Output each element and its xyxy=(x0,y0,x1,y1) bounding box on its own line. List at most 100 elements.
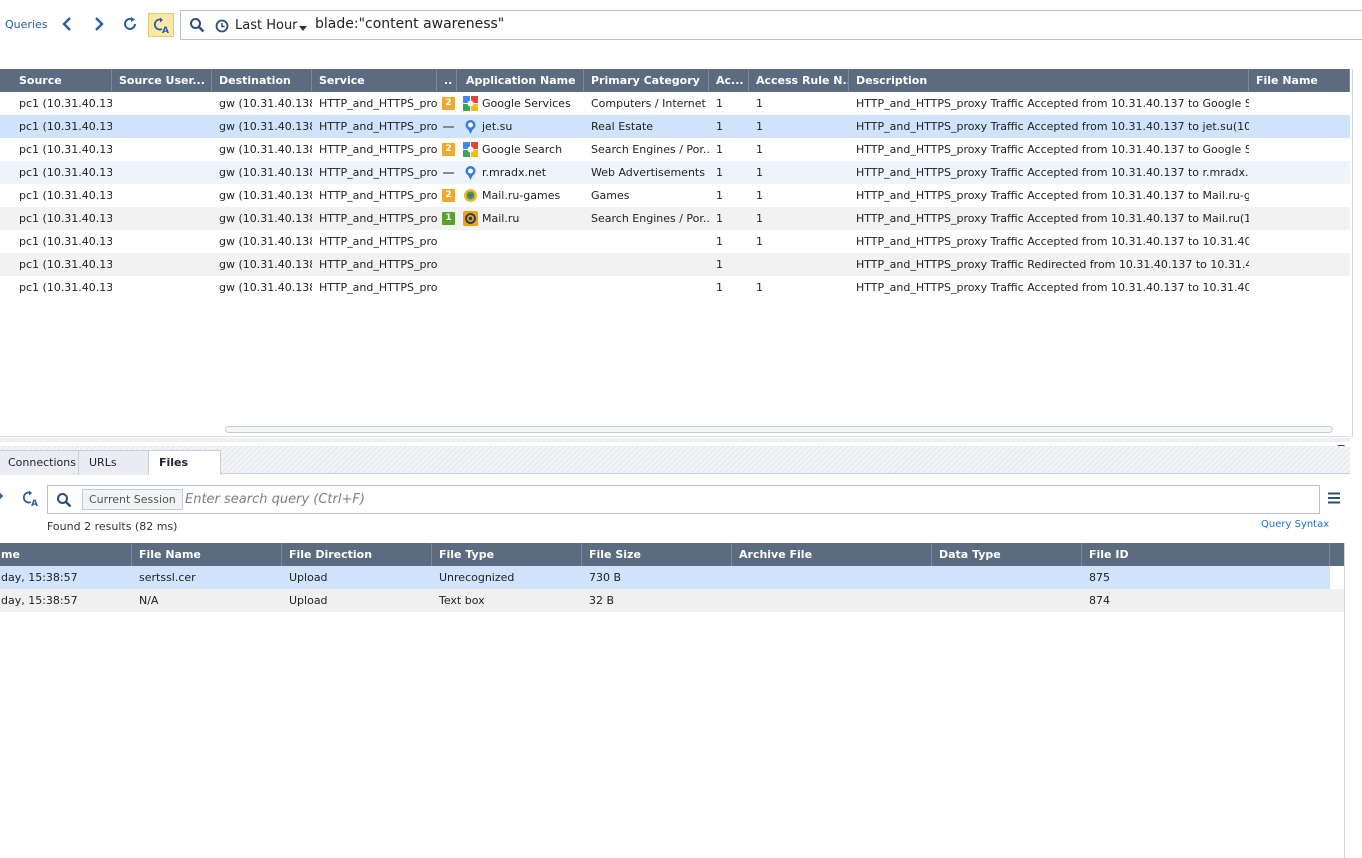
cell-category xyxy=(584,253,709,276)
search-icon[interactable] xyxy=(189,17,205,36)
add-icon[interactable] xyxy=(0,489,6,506)
column-header[interactable]: Primary Category xyxy=(584,69,709,92)
cell-source: pc1 (10.31.40.137) xyxy=(19,212,112,225)
cell-direction: Upload xyxy=(289,571,328,584)
google-icon xyxy=(463,142,478,157)
google-icon xyxy=(463,96,478,111)
query-text[interactable]: blade:"content awareness" xyxy=(315,16,504,32)
cell-category: Web Advertisements xyxy=(591,166,705,179)
files-vertical-scrollbar[interactable] xyxy=(1344,543,1362,858)
files-search-box[interactable]: Current Session Enter search query (Ctrl… xyxy=(47,485,1320,514)
table-row[interactable]: pc1 (10.31.40.137) gw (10.31.40.138) HTTP_… xyxy=(0,92,1350,115)
column-header[interactable]: File Type xyxy=(432,543,582,566)
query-search-box[interactable]: Last Hour blade:"content awareness" xyxy=(180,10,1362,40)
cell-category: Games xyxy=(591,189,630,202)
back-icon[interactable] xyxy=(56,13,78,35)
cell-app xyxy=(475,253,584,276)
table-row[interactable]: day, 15:38:57 N/A Upload Text box 32 B 874 xyxy=(0,589,1344,612)
refresh-icon[interactable] xyxy=(119,13,141,35)
column-header[interactable]: File Name xyxy=(1249,69,1350,92)
column-header[interactable]: File ID xyxy=(1082,543,1330,566)
risk-none-dash xyxy=(443,126,454,128)
column-header[interactable]: Application Name xyxy=(459,69,584,92)
column-header[interactable]: .. xyxy=(437,69,457,92)
table-row[interactable]: pc1 (10.31.40.137) gw (10.31.40.138) HTTP_… xyxy=(0,161,1350,184)
table-row[interactable]: pc1 (10.31.40.137) gw (10.31.40.138) HTTP_… xyxy=(0,138,1350,161)
cell-source-user xyxy=(112,253,212,276)
cell-description: HTTP_and_HTTPS_proxy Traffic Accepted fr… xyxy=(856,235,1249,248)
cell-ac: 1 xyxy=(716,97,723,110)
table-row[interactable]: pc1 (10.31.40.137) gw (10.31.40.138) HTTP_… xyxy=(0,230,1350,253)
cell-file xyxy=(1249,161,1350,184)
tab-urls[interactable]: URLs xyxy=(78,450,149,475)
cell-description: HTTP_and_HTTPS_proxy Traffic Accepted fr… xyxy=(856,166,1249,179)
search-input[interactable]: Enter search query (Ctrl+F) xyxy=(185,492,365,507)
table-row[interactable]: pc1 (10.31.40.137) gw (10.31.40.138) HTTP_… xyxy=(0,253,1350,276)
cell-source-user xyxy=(112,92,212,115)
results-count: Found 2 results (82 ms) xyxy=(47,520,178,533)
cell-service: HTTP_and_HTTPS_pro... xyxy=(319,143,437,156)
vertical-scrollbar[interactable] xyxy=(1352,69,1362,437)
cell-service: HTTP_and_HTTPS_pro... xyxy=(319,166,437,179)
column-header[interactable]: Access Rule N... xyxy=(749,69,849,92)
table-row[interactable]: pc1 (10.31.40.137) gw (10.31.40.138) HTTP_… xyxy=(0,207,1350,230)
cell-app: r.mradx.net xyxy=(482,166,547,179)
column-header[interactable]: Description xyxy=(849,69,1249,92)
cell-service: HTTP_and_HTTPS_pro... xyxy=(319,281,437,294)
column-header[interactable]: Data Type xyxy=(932,543,1082,566)
auto-refresh-icon[interactable]: A xyxy=(21,489,39,510)
query-syntax-link[interactable]: Query Syntax xyxy=(1261,519,1329,530)
queries-link[interactable]: Queries xyxy=(5,18,47,31)
clock-icon[interactable] xyxy=(215,19,229,36)
cell-rule xyxy=(749,253,849,276)
cell-description: HTTP_and_HTTPS_proxy Traffic Accepted fr… xyxy=(856,120,1249,133)
column-header[interactable]: Source User... xyxy=(112,69,212,92)
cell-rule: 1 xyxy=(756,166,763,179)
cell-source-user xyxy=(112,276,212,299)
auto-refresh-toggle-icon[interactable]: A xyxy=(148,13,174,37)
cell-file xyxy=(1249,230,1350,253)
tab-connections[interactable]: Connections xyxy=(0,450,79,475)
forward-icon[interactable] xyxy=(88,13,110,35)
column-header[interactable]: File Direction xyxy=(282,543,432,566)
column-header[interactable]: Destination xyxy=(212,69,312,92)
cell-service: HTTP_and_HTTPS_pro... xyxy=(319,258,437,271)
cell-source-user xyxy=(112,184,212,207)
cell-source: pc1 (10.31.40.137) xyxy=(19,189,112,202)
horizontal-scrollbar[interactable] xyxy=(225,426,1333,433)
table-row[interactable]: pc1 (10.31.40.137) gw (10.31.40.138) HTTP_… xyxy=(0,184,1350,207)
panel-splitter[interactable] xyxy=(0,438,1350,442)
column-header[interactable]: File Size xyxy=(582,543,732,566)
risk-badge: 2 xyxy=(442,143,455,156)
column-header[interactable]: Service xyxy=(312,69,437,92)
mailru-icon xyxy=(463,211,478,226)
cell-file xyxy=(1249,253,1350,276)
tab-files[interactable]: Files xyxy=(148,450,221,476)
cell-app: Google Services xyxy=(482,97,571,110)
column-header[interactable]: Ac... xyxy=(709,69,749,92)
cell-category xyxy=(584,276,709,299)
cell-file xyxy=(1249,207,1350,230)
column-header[interactable]: File Name xyxy=(132,543,282,566)
search-icon[interactable] xyxy=(56,492,72,511)
column-header[interactable]: me xyxy=(0,543,132,566)
cell-rule: 1 xyxy=(756,143,763,156)
cell-archive xyxy=(732,589,932,612)
time-range-selector[interactable]: Last Hour xyxy=(235,18,298,33)
column-header[interactable]: Source xyxy=(12,69,112,92)
cell-source: pc1 (10.31.40.137) xyxy=(19,120,112,133)
cell-destination: gw (10.31.40.138) xyxy=(219,120,312,133)
table-row[interactable]: pc1 (10.31.40.137) gw (10.31.40.138) HTTP_… xyxy=(0,115,1350,138)
cell-description: HTTP_and_HTTPS_proxy Traffic Accepted fr… xyxy=(856,143,1249,156)
cell-source-user xyxy=(112,161,212,184)
logs-grid-header: Source Source User... Destination Service..… xyxy=(0,69,1350,92)
cell-ac: 1 xyxy=(716,235,723,248)
table-row[interactable]: day, 15:38:57 sertssl.cer Upload Unrecogniz… xyxy=(0,566,1330,589)
chevron-down-icon[interactable] xyxy=(299,22,307,35)
risk-badge: 1 xyxy=(442,212,455,225)
column-header[interactable]: Archive File xyxy=(732,543,932,566)
cell-source-user xyxy=(112,138,212,161)
menu-icon[interactable] xyxy=(1327,492,1341,507)
current-session-chip[interactable]: Current Session xyxy=(82,489,183,510)
table-row[interactable]: pc1 (10.31.40.137) gw (10.31.40.138) HTTP_… xyxy=(0,276,1350,299)
